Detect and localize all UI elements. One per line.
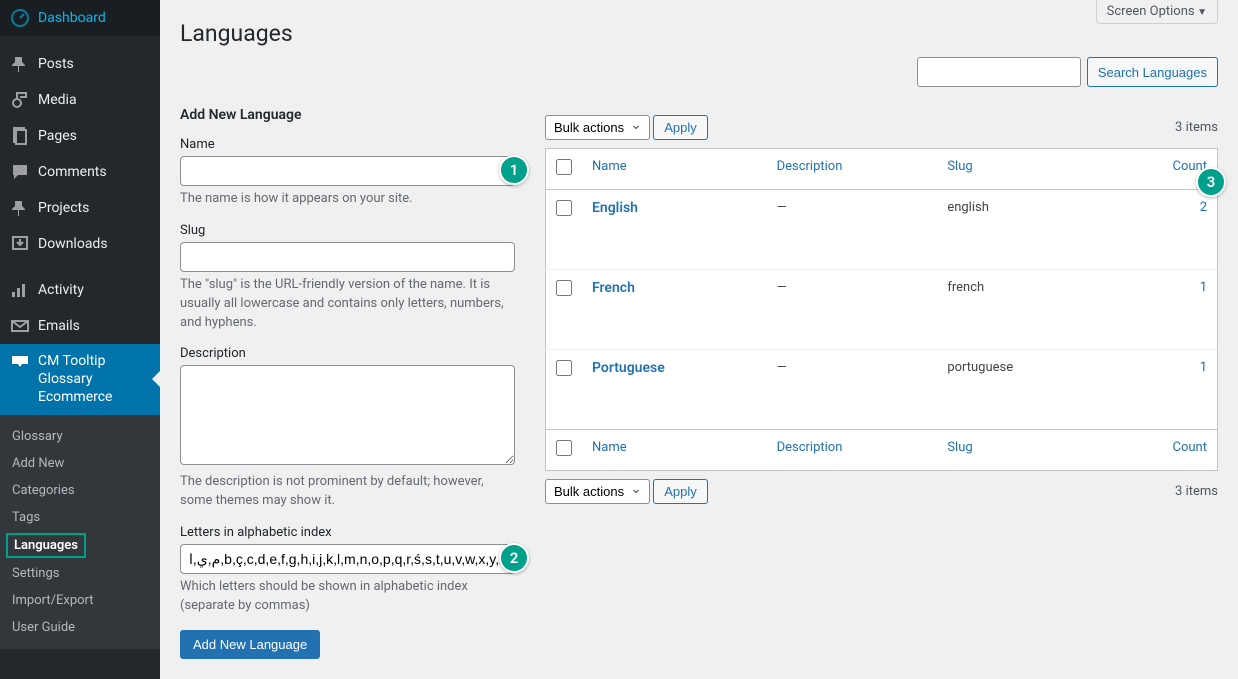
- sidebar-label: CM Tooltip Glossary Ecommerce: [38, 352, 150, 407]
- col-name[interactable]: Name: [592, 159, 627, 174]
- sidebar-item-pages[interactable]: Pages: [0, 118, 160, 154]
- sidebar-label: Posts: [38, 56, 74, 72]
- name-input[interactable]: [180, 156, 515, 186]
- row-description: —: [767, 350, 938, 430]
- bulk-actions-select-bottom[interactable]: Bulk actions: [545, 479, 650, 504]
- letters-input[interactable]: [180, 544, 515, 574]
- page-icon: [10, 126, 30, 146]
- submenu-add-new[interactable]: Add New: [0, 450, 160, 477]
- submenu-settings[interactable]: Settings: [0, 560, 160, 587]
- sidebar-label: Projects: [38, 200, 89, 216]
- row-count-link[interactable]: 1: [1200, 360, 1207, 375]
- sidebar-item-projects[interactable]: Projects: [0, 190, 160, 226]
- description-label: Description: [180, 346, 515, 361]
- row-slug: english: [937, 190, 1108, 270]
- sidebar-submenu: Glossary Add New Categories Tags Languag…: [0, 415, 160, 649]
- sidebar-label: Emails: [38, 318, 80, 334]
- sidebar-item-downloads[interactable]: Downloads: [0, 226, 160, 262]
- apply-button-top[interactable]: Apply: [653, 115, 708, 140]
- sidebar-label: Activity: [38, 282, 84, 298]
- description-help: The description is not prominent by defa…: [180, 473, 515, 511]
- col-description[interactable]: Description: [777, 159, 843, 174]
- row-checkbox[interactable]: [556, 360, 572, 376]
- row-checkbox[interactable]: [556, 280, 572, 296]
- sidebar-item-dashboard[interactable]: Dashboard: [0, 0, 160, 36]
- letters-help: Which letters should be shown in alphabe…: [180, 578, 515, 616]
- mail-icon: [10, 316, 30, 336]
- download-icon: [10, 234, 30, 254]
- col-count-foot[interactable]: Count: [1173, 440, 1207, 455]
- annotation-badge-1: 1: [499, 155, 529, 185]
- submenu-glossary[interactable]: Glossary: [0, 423, 160, 450]
- submenu-languages[interactable]: Languages: [6, 533, 86, 558]
- form-heading: Add New Language: [180, 107, 515, 123]
- apply-button-bottom[interactable]: Apply: [653, 479, 708, 504]
- col-slug[interactable]: Slug: [947, 159, 972, 174]
- annotation-badge-3: 3: [1196, 167, 1226, 197]
- bulk-actions-select-top[interactable]: Bulk actions: [545, 115, 650, 140]
- sidebar-item-cm-tooltip[interactable]: CM Tooltip Glossary Ecommerce: [0, 344, 160, 415]
- screen-options-toggle[interactable]: Screen Options: [1096, 0, 1218, 24]
- submenu-tags[interactable]: Tags: [0, 504, 160, 531]
- row-slug: french: [937, 270, 1108, 350]
- name-label: Name: [180, 137, 515, 152]
- row-checkbox[interactable]: [556, 200, 572, 216]
- languages-table: Name Description Slug Count English — en…: [545, 148, 1218, 471]
- slug-label: Slug: [180, 223, 515, 238]
- submenu-user-guide[interactable]: User Guide: [0, 614, 160, 641]
- annotation-badge-2: 2: [499, 543, 529, 573]
- slug-help: The "slug" is the URL-friendly version o…: [180, 276, 515, 333]
- col-slug-foot[interactable]: Slug: [947, 440, 972, 455]
- row-count-link[interactable]: 2: [1200, 200, 1207, 215]
- description-input[interactable]: [180, 365, 515, 465]
- table-row: English — english 2: [546, 190, 1218, 270]
- name-help: The name is how it appears on your site.: [180, 190, 515, 209]
- comment-icon: [10, 162, 30, 182]
- select-all-bottom[interactable]: [556, 440, 572, 456]
- activity-icon: [10, 280, 30, 300]
- sidebar-label: Pages: [38, 128, 77, 144]
- sidebar-item-media[interactable]: Media: [0, 82, 160, 118]
- search-button[interactable]: Search Languages: [1087, 57, 1218, 87]
- sidebar-label: Media: [38, 92, 77, 108]
- sidebar-item-comments[interactable]: Comments: [0, 154, 160, 190]
- row-count-link[interactable]: 1: [1200, 280, 1207, 295]
- col-name-foot[interactable]: Name: [592, 440, 627, 455]
- row-slug: portuguese: [937, 350, 1108, 430]
- col-description-foot[interactable]: Description: [777, 440, 843, 455]
- sidebar-item-posts[interactable]: Posts: [0, 46, 160, 82]
- sidebar-label: Dashboard: [38, 10, 106, 26]
- row-description: —: [767, 270, 938, 350]
- row-name-link[interactable]: French: [592, 280, 635, 296]
- sidebar-label: Downloads: [38, 236, 108, 252]
- letters-label: Letters in alphabetic index: [180, 525, 515, 540]
- submenu-categories[interactable]: Categories: [0, 477, 160, 504]
- admin-sidebar: Dashboard Posts Media Pages Comments Pro…: [0, 0, 160, 679]
- pin-icon: [10, 198, 30, 218]
- items-count-bottom: 3 items: [1175, 484, 1218, 499]
- row-description: —: [767, 190, 938, 270]
- slug-input[interactable]: [180, 242, 515, 272]
- pin-icon: [10, 54, 30, 74]
- page-title: Languages: [180, 0, 1218, 57]
- row-name-link[interactable]: Portuguese: [592, 360, 665, 376]
- select-all-top[interactable]: [556, 159, 572, 175]
- table-row: French — french 1: [546, 270, 1218, 350]
- submit-button[interactable]: Add New Language: [180, 630, 320, 659]
- sidebar-item-activity[interactable]: Activity: [0, 272, 160, 308]
- row-name-link[interactable]: English: [592, 200, 638, 216]
- search-input[interactable]: [917, 57, 1081, 87]
- submenu-import-export[interactable]: Import/Export: [0, 587, 160, 614]
- sidebar-label: Comments: [38, 164, 107, 180]
- tooltip-icon: [10, 352, 30, 372]
- table-row: Portuguese — portuguese 1: [546, 350, 1218, 430]
- dashboard-icon: [10, 8, 30, 28]
- items-count-top: 3 items: [1175, 120, 1218, 135]
- sidebar-item-emails[interactable]: Emails: [0, 308, 160, 344]
- media-icon: [10, 90, 30, 110]
